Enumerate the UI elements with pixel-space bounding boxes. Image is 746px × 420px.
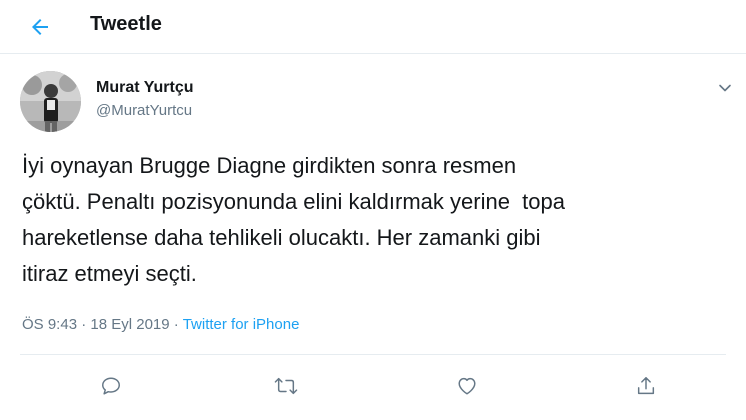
like-icon xyxy=(458,377,476,395)
share-button[interactable] xyxy=(631,371,661,401)
avatar[interactable] xyxy=(20,71,81,132)
more-options-button[interactable] xyxy=(712,75,738,101)
retweet-icon xyxy=(274,377,298,395)
chevron-down-icon xyxy=(719,84,731,92)
tweet-text-line: İyi oynayan Brugge Diagne girdikten sonr… xyxy=(22,153,517,178)
tweet-text-line: itiraz etmeyi seçti. xyxy=(22,261,197,286)
tweet-text: İyi oynayan Brugge Diagne girdikten sonr… xyxy=(22,148,722,292)
like-button[interactable] xyxy=(452,371,482,401)
reply-icon xyxy=(102,377,120,395)
tweet-text-line: çöktü. Penaltı pozisyonunda elini kaldır… xyxy=(22,189,565,214)
tweet-card: Murat Yurtçu @MuratYurtcu İyi oynayan Br… xyxy=(0,55,746,420)
arrow-left-icon xyxy=(32,19,48,35)
tweet-source-link[interactable]: Twitter for iPhone xyxy=(183,316,300,333)
page-title: Tweetle xyxy=(90,13,162,35)
tweet-time[interactable]: ÖS 9:43 xyxy=(22,316,77,333)
tweet-date[interactable]: 18 Eyl 2019 xyxy=(90,316,169,333)
author-name[interactable]: Murat Yurtçu xyxy=(96,79,194,97)
retweet-button[interactable] xyxy=(271,371,301,401)
author-handle[interactable]: @MuratYurtcu xyxy=(96,102,192,119)
meta-separator: · xyxy=(169,316,183,333)
tweet-text-line: hareketlense daha tehlikeli olucaktı. He… xyxy=(22,225,541,250)
tweet-meta: ÖS 9:43 · 18 Eyl 2019 · Twitter for iPho… xyxy=(22,316,299,333)
divider xyxy=(20,354,726,355)
app-header: Tweetle xyxy=(0,0,746,54)
meta-separator: · xyxy=(77,316,91,333)
avatar-image xyxy=(20,71,81,132)
reply-button[interactable] xyxy=(96,371,126,401)
tweet-actions xyxy=(0,371,746,401)
share-icon xyxy=(637,377,655,395)
back-button[interactable] xyxy=(22,9,58,45)
